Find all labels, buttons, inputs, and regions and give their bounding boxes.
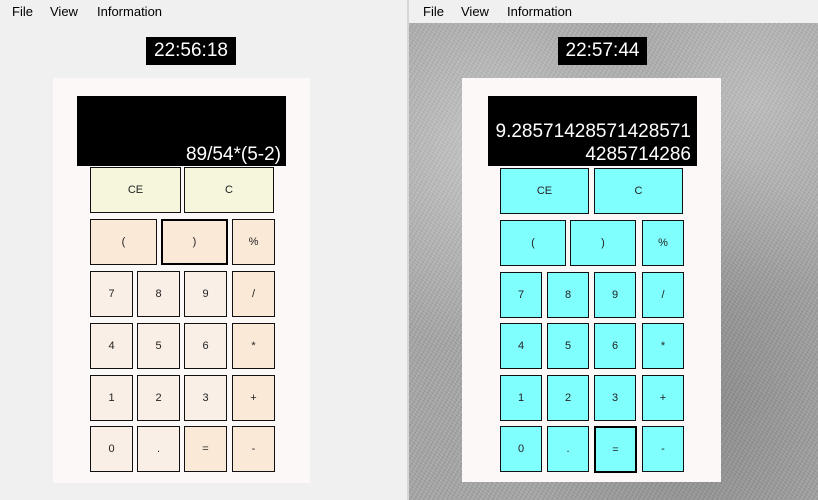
- calculator-display: 89/54*(5-2): [77, 96, 286, 166]
- equals-button[interactable]: =: [184, 426, 227, 472]
- digit-0-button[interactable]: 0: [500, 426, 542, 472]
- digit-4-button[interactable]: 4: [500, 323, 542, 369]
- menu-file[interactable]: File: [12, 4, 33, 19]
- clear-entry-button[interactable]: CE: [500, 168, 589, 214]
- close-paren-button[interactable]: ): [161, 219, 228, 265]
- multiply-button[interactable]: *: [232, 323, 275, 369]
- add-button[interactable]: +: [232, 375, 275, 421]
- digit-7-button[interactable]: 7: [500, 272, 542, 318]
- clear-button[interactable]: C: [594, 168, 683, 214]
- menu-information[interactable]: Information: [507, 4, 572, 19]
- digit-8-button[interactable]: 8: [137, 271, 180, 317]
- multiply-button[interactable]: *: [642, 323, 684, 369]
- digit-1-button[interactable]: 1: [500, 375, 542, 421]
- divide-button[interactable]: /: [642, 272, 684, 318]
- digit-2-button[interactable]: 2: [547, 375, 589, 421]
- percent-button[interactable]: %: [232, 219, 275, 265]
- clear-entry-button[interactable]: CE: [90, 167, 181, 213]
- menu-bar: File View Information: [409, 0, 818, 23]
- decimal-point-button[interactable]: .: [137, 426, 180, 472]
- decimal-point-button[interactable]: .: [547, 426, 589, 472]
- open-paren-button[interactable]: (: [500, 220, 566, 266]
- digit-7-button[interactable]: 7: [90, 271, 133, 317]
- digit-3-button[interactable]: 3: [594, 375, 636, 421]
- digit-2-button[interactable]: 2: [137, 375, 180, 421]
- calculator-panel: 89/54*(5-2) CE C ( ) % 7 8 9 / 4 5 6 * 1…: [53, 78, 310, 483]
- menu-view[interactable]: View: [461, 4, 489, 19]
- display-text: 9.28571428571428571 4285714286: [495, 121, 691, 165]
- digit-6-button[interactable]: 6: [594, 323, 636, 369]
- equals-button[interactable]: =: [594, 426, 637, 473]
- digit-0-button[interactable]: 0: [90, 426, 133, 472]
- open-paren-button[interactable]: (: [90, 219, 157, 265]
- calculator-window-left: File View Information 22:56:18 89/54*(5-…: [0, 0, 407, 500]
- digit-9-button[interactable]: 9: [594, 272, 636, 318]
- add-button[interactable]: +: [642, 375, 684, 421]
- menu-bar: File View Information: [0, 0, 407, 23]
- clock-label: 22:56:18: [146, 37, 236, 65]
- digit-1-button[interactable]: 1: [90, 375, 133, 421]
- digit-3-button[interactable]: 3: [184, 375, 227, 421]
- display-text: 89/54*(5-2): [185, 144, 281, 165]
- digit-5-button[interactable]: 5: [547, 323, 589, 369]
- menu-view[interactable]: View: [50, 4, 78, 19]
- calculator-panel: 9.28571428571428571 4285714286 CE C ( ) …: [462, 78, 721, 482]
- menu-information[interactable]: Information: [97, 4, 162, 19]
- subtract-button[interactable]: -: [642, 426, 684, 472]
- digit-9-button[interactable]: 9: [184, 271, 227, 317]
- subtract-button[interactable]: -: [232, 426, 275, 472]
- digit-8-button[interactable]: 8: [547, 272, 589, 318]
- calculator-display: 9.28571428571428571 4285714286: [488, 96, 697, 166]
- divide-button[interactable]: /: [232, 271, 275, 317]
- digit-4-button[interactable]: 4: [90, 323, 133, 369]
- close-paren-button[interactable]: ): [570, 220, 636, 266]
- digit-5-button[interactable]: 5: [137, 323, 180, 369]
- calculator-window-right: File View Information 22:57:44 9.2857142…: [409, 0, 818, 500]
- menu-file[interactable]: File: [423, 4, 444, 19]
- clock-label: 22:57:44: [558, 37, 647, 65]
- percent-button[interactable]: %: [642, 220, 684, 266]
- digit-6-button[interactable]: 6: [184, 323, 227, 369]
- clear-button[interactable]: C: [184, 167, 274, 213]
